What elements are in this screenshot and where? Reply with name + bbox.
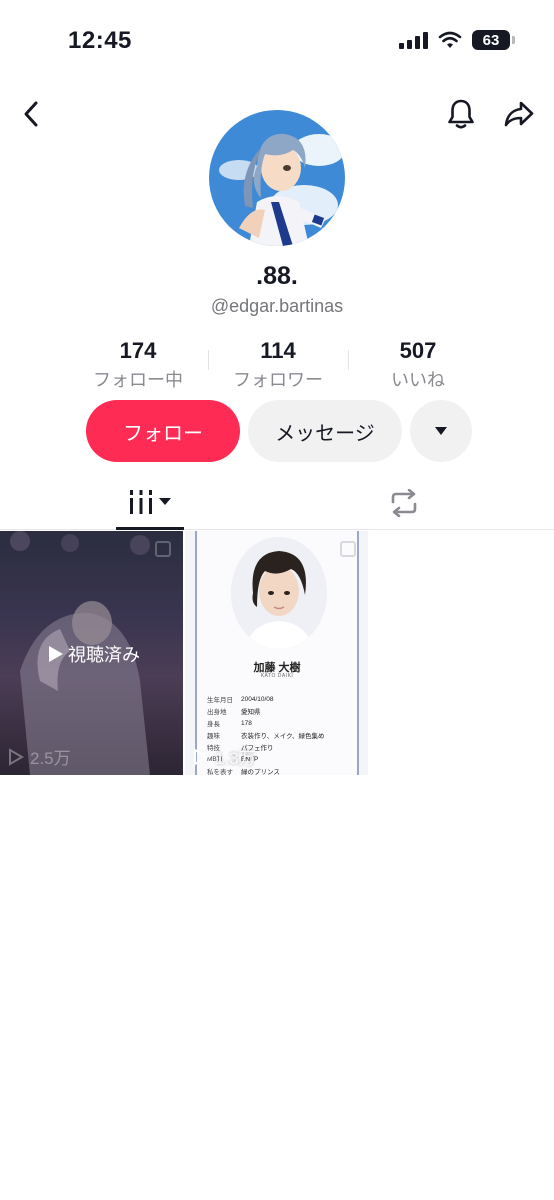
- back-icon: [24, 101, 38, 127]
- stat-followers[interactable]: 114 フォロワー: [208, 338, 348, 390]
- repost-icon: [391, 489, 417, 517]
- status-time: 12:45: [68, 27, 132, 54]
- view-count-text: 1.3万: [215, 749, 256, 768]
- suggested-accounts-button[interactable]: [410, 400, 472, 462]
- stat-following[interactable]: 174 フォロー中: [68, 338, 208, 390]
- stat-label: いいね: [391, 370, 445, 390]
- play-icon: [49, 646, 63, 662]
- battery-level: 63: [482, 31, 500, 49]
- portrait-illustration: [231, 537, 327, 649]
- action-buttons: フォロー メッセージ: [86, 400, 472, 462]
- status-icons: 63: [399, 30, 515, 50]
- notification-button[interactable]: [444, 96, 478, 132]
- card-row-value: 緑のプリンス: [241, 769, 280, 775]
- stat-likes[interactable]: 507 いいね: [348, 338, 488, 390]
- view-count: 1.3万: [193, 744, 256, 769]
- play-icon: [9, 747, 24, 766]
- video-thumbnail[interactable]: 加藤 大樹 KATO DAIKI 生年月日 2004/10/08 出身地 愛知県 身…: [185, 531, 368, 775]
- avatar[interactable]: [209, 110, 345, 246]
- share-button[interactable]: [502, 96, 536, 132]
- signal-icon: [399, 31, 428, 49]
- follow-button[interactable]: フォロー: [86, 400, 240, 462]
- pin-icon: [155, 541, 171, 557]
- card-row-key: 趣味: [207, 733, 220, 740]
- card-row: 身長 178: [207, 717, 357, 729]
- card-row-value: ENTP: [241, 755, 259, 763]
- card-row: 生年月日 2004/10/08: [207, 693, 357, 705]
- card-photo: [231, 537, 327, 649]
- card-row-key: 生年月日: [207, 697, 233, 704]
- battery-icon: 63: [472, 30, 515, 50]
- watched-text: 視聴済み: [68, 645, 140, 665]
- tab-reposts[interactable]: [370, 476, 438, 530]
- profile-card-image: 加藤 大樹 KATO DAIKI 生年月日 2004/10/08 出身地 愛知県 身…: [195, 531, 359, 775]
- stat-value: 174: [119, 338, 157, 363]
- card-row: 趣味 衣装作り、メイク、緑色集め: [207, 729, 357, 741]
- grid-icon: [130, 489, 152, 514]
- view-count: 2.5万: [8, 744, 71, 769]
- card-row-value: 2004/10/08: [241, 695, 274, 703]
- stat-label: フォロー中: [93, 370, 183, 390]
- avatar-illustration: [209, 110, 345, 246]
- card-roman-name: KATO DAIKI: [260, 673, 294, 679]
- card-row-value: 衣装作り、メイク、緑色集め: [241, 733, 325, 740]
- video-grid: 視聴済み 2.5万 加藤 大樹 KATO DAIKI 生年月日 2004/10/…: [0, 531, 554, 775]
- card-row-value: 178: [241, 719, 252, 727]
- stat-value: 114: [260, 338, 296, 363]
- watched-label: 視聴済み: [48, 641, 140, 667]
- play-icon: [194, 747, 209, 766]
- tab-videos[interactable]: [116, 476, 184, 530]
- card-row-value: パフェ作り: [241, 745, 274, 752]
- wifi-icon: [438, 31, 462, 48]
- card-row-key: 身長: [207, 721, 220, 728]
- card-row-value: 愛知県: [241, 709, 261, 716]
- back-button[interactable]: [14, 96, 48, 132]
- status-bar: 12:45 63: [0, 0, 554, 80]
- pin-icon: [340, 541, 356, 557]
- share-icon: [504, 101, 534, 127]
- video-thumbnail[interactable]: 視聴済み 2.5万: [0, 531, 183, 775]
- chevron-down-icon: [435, 427, 447, 435]
- bell-icon: [448, 99, 474, 129]
- profile-stats: 174 フォロー中 114 フォロワー 507 いいね: [68, 338, 488, 390]
- profile-username: @edgar.bartinas: [210, 296, 344, 316]
- tab-dropdown-icon: [159, 497, 171, 505]
- card-row-key: 出身地: [207, 709, 227, 716]
- card-row: 出身地 愛知県: [207, 705, 357, 717]
- content-tabs: [0, 476, 554, 530]
- message-button[interactable]: メッセージ: [248, 400, 402, 462]
- stat-value: 507: [399, 338, 437, 363]
- profile-nickname: .88.: [256, 262, 298, 290]
- view-count-text: 2.5万: [30, 749, 71, 768]
- stat-label: フォロワー: [233, 370, 323, 390]
